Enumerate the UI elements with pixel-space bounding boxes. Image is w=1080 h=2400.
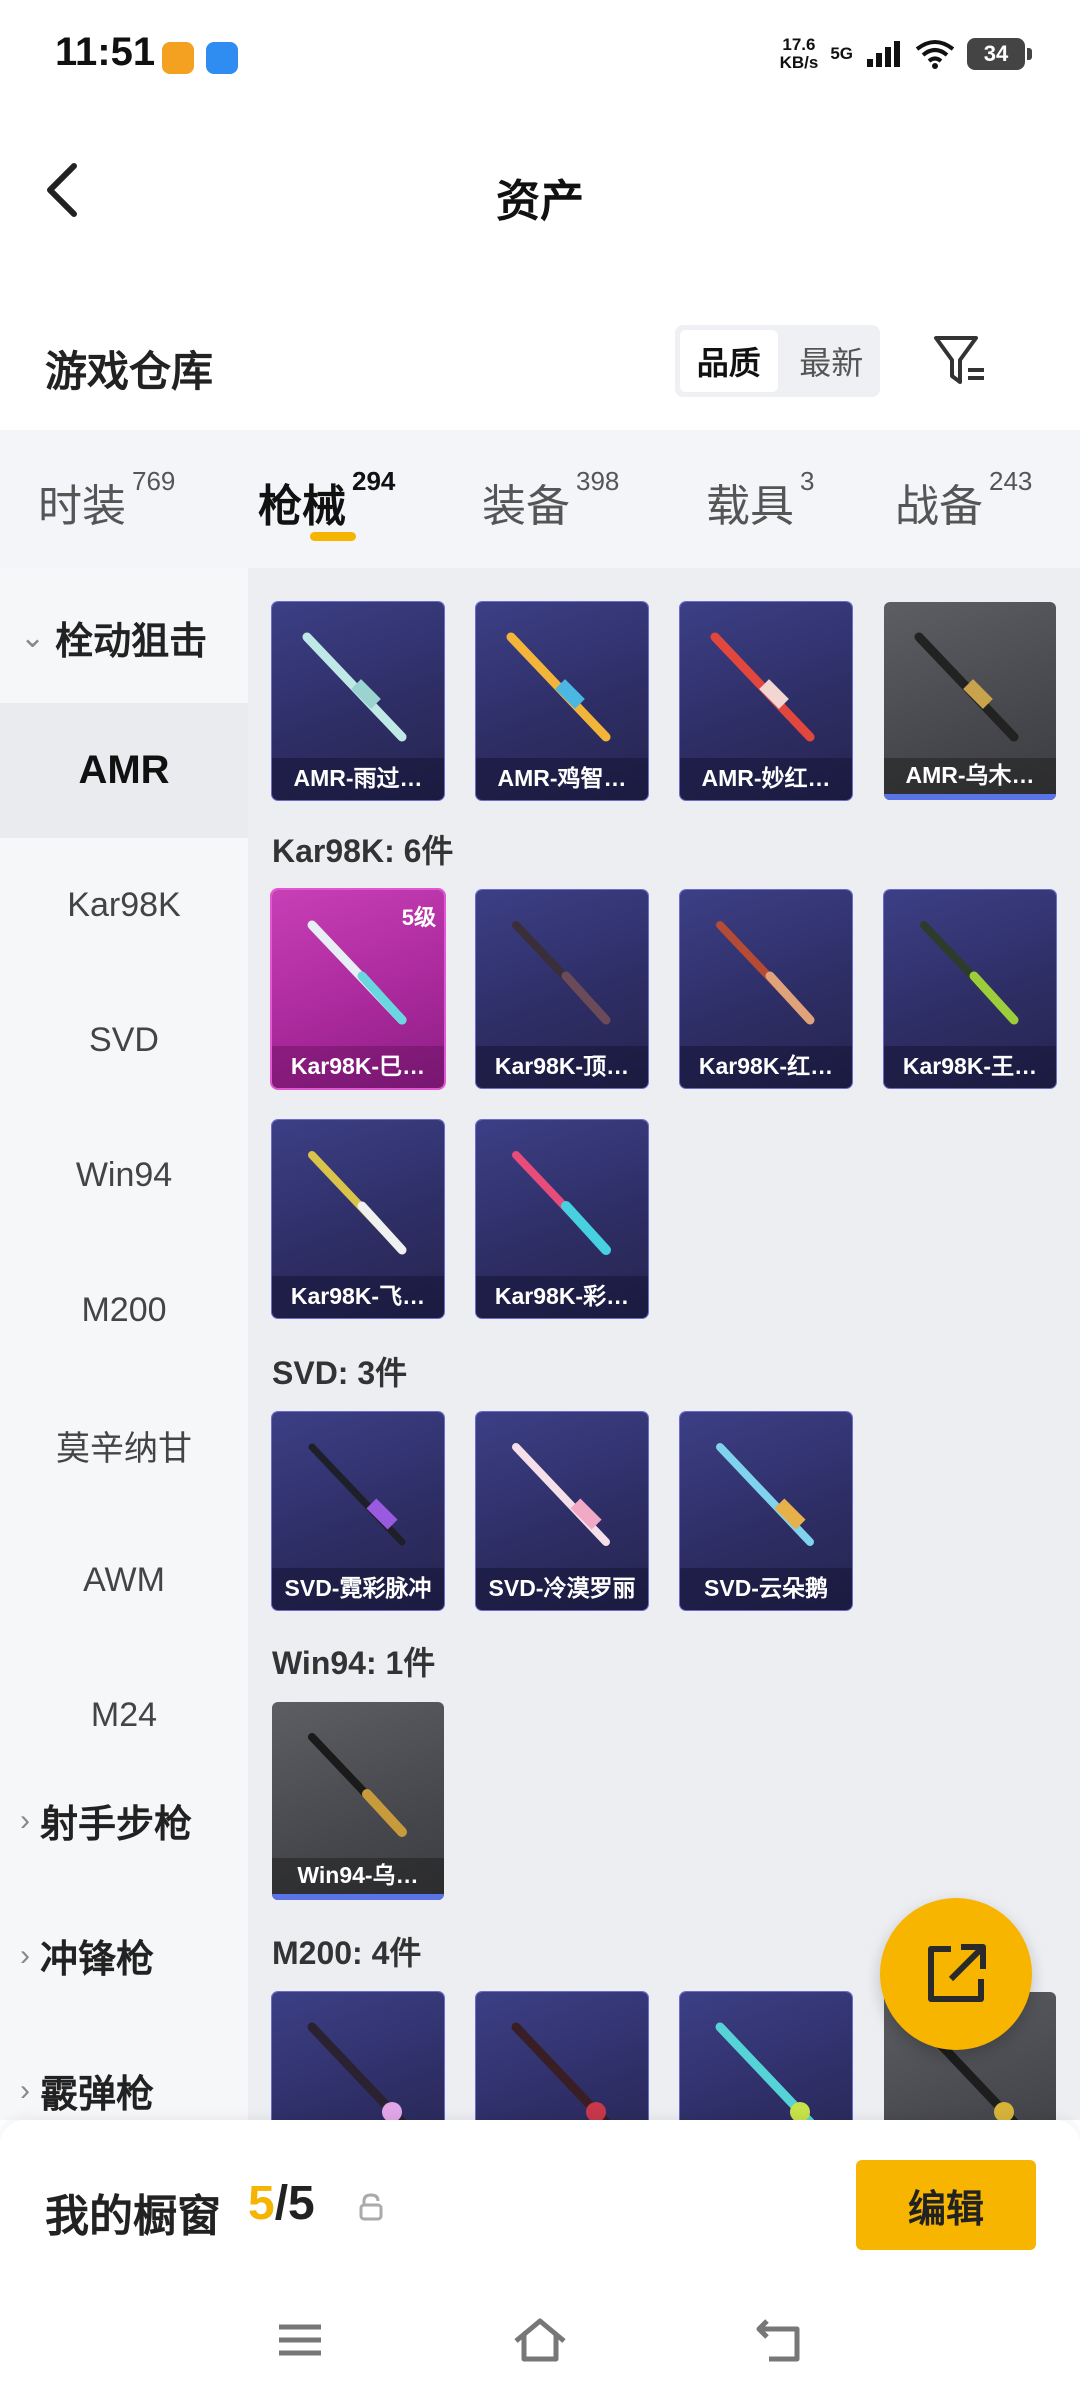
filter-icon[interactable] — [930, 330, 990, 390]
rifle-icon — [920, 921, 1019, 1025]
sidebar-group-smg[interactable]: › 冲锋枪 — [20, 1928, 154, 1983]
group-title-kar98k: Kar98K: 6件 — [272, 833, 454, 869]
sidebar-item-m24[interactable]: M24 — [0, 1648, 248, 1783]
sort-quality-button[interactable]: 品质 — [680, 330, 778, 392]
rifle-icon — [512, 1443, 610, 1546]
skin-card[interactable]: SVD-云朵鹅 — [680, 1412, 852, 1610]
skin-card[interactable]: Kar98K-王… — [884, 890, 1056, 1088]
group-title-win94: Win94: 1件 — [272, 1645, 436, 1681]
chevron-right-icon: › — [20, 1803, 30, 1837]
notification-app-icon — [162, 42, 194, 74]
rifle-icon — [710, 632, 815, 742]
rifle-icon — [307, 2022, 407, 2120]
rifle-icon — [302, 632, 407, 742]
skin-card[interactable]: SVD-霓彩脉冲 — [272, 1412, 444, 1610]
chevron-right-icon: › — [20, 2073, 30, 2107]
skin-card[interactable]: Kar98K-顶… — [476, 890, 648, 1088]
skin-card[interactable]: AMR-鸡智… — [476, 602, 648, 800]
tab-fashion[interactable]: 时装769 — [38, 466, 175, 534]
skin-card[interactable]: Win94-乌… — [272, 1702, 444, 1900]
share-button[interactable] — [880, 1898, 1032, 2050]
category-tabs: 时装769 枪械294 装备398 载具3 战备243 — [0, 430, 1080, 568]
skin-card[interactable]: Kar98K-红… — [680, 890, 852, 1088]
skin-card[interactable]: Kar98K-彩… — [476, 1120, 648, 1318]
sidebar-item-awm[interactable]: AWM — [0, 1513, 248, 1648]
active-tab-indicator — [310, 532, 356, 541]
chevron-down-icon: ⌄ — [20, 621, 46, 654]
sidebar-item-mosin[interactable]: 莫辛纳甘 — [0, 1378, 248, 1513]
sort-newest-button[interactable]: 最新 — [783, 325, 881, 397]
rifle-icon — [716, 1443, 814, 1546]
skin-card[interactable]: AMR-雨过… — [272, 602, 444, 800]
sidebar-item-win94[interactable]: Win94 — [0, 1108, 248, 1243]
status-time: 11:51 — [55, 30, 156, 74]
menu-icon[interactable] — [275, 2315, 325, 2365]
showcase-bar: 我的橱窗 5/5 编辑 — [0, 2120, 1080, 2295]
network-type: 5G — [830, 44, 853, 63]
sidebar-item-m200[interactable]: M200 — [0, 1243, 248, 1378]
external-link-icon — [928, 1944, 986, 2002]
sidebar-group-bolt-sniper[interactable]: ⌄ 栓动狙击 — [20, 610, 207, 665]
group-title-svd: SVD: 3件 — [272, 1355, 408, 1391]
skin-card[interactable]: Kar98K-飞… — [272, 1120, 444, 1318]
showcase-label: 我的橱窗 — [45, 2192, 221, 2241]
notification-app-icon-2 — [206, 42, 238, 74]
page-title: 资产 — [496, 177, 584, 226]
home-icon[interactable] — [512, 2315, 568, 2365]
rifle-icon — [308, 1151, 407, 1255]
chevron-right-icon: › — [20, 1938, 30, 1972]
sidebar-item-kar98k[interactable]: Kar98K — [0, 838, 248, 973]
rifle-icon — [715, 2022, 815, 2120]
skin-card[interactable]: AMR-乌木… — [884, 602, 1056, 800]
sidebar-group-shotgun[interactable]: › 霰弹枪 — [20, 2063, 154, 2118]
status-right: 17.6 KB/s 5G 34 — [779, 35, 1032, 72]
back-icon[interactable] — [755, 2315, 805, 2365]
rifle-icon — [512, 1151, 611, 1255]
group-title-m200: M200: 4件 — [272, 1935, 422, 1971]
skin-card[interactable] — [476, 1992, 648, 2120]
warehouse-title: 游戏仓库 — [45, 348, 214, 395]
rifle-icon — [716, 921, 815, 1025]
skin-card[interactable]: 5级 Kar98K-巳… — [272, 890, 444, 1088]
sidebar-item-amr[interactable]: AMR — [0, 703, 248, 838]
battery-icon: 34 — [967, 38, 1032, 70]
tab-gear[interactable]: 战备243 — [895, 466, 1032, 534]
sidebar-group-dmr[interactable]: › 射手步枪 — [20, 1793, 192, 1848]
lock-icon[interactable] — [358, 2192, 384, 2222]
wifi-icon — [915, 40, 955, 69]
rifle-icon — [914, 632, 1019, 742]
tab-vehicles[interactable]: 载具3 — [706, 466, 814, 534]
rifle-icon — [506, 632, 611, 742]
skin-card[interactable] — [272, 1992, 444, 2120]
level-badge: 5级 — [401, 905, 436, 930]
system-nav-bar — [0, 2295, 1080, 2400]
weapon-skin-grid: AMR-雨过… AMR-鸡智… AMR-妙红… AMR-乌木… Kar98K: … — [248, 568, 1080, 2120]
tab-equipment[interactable]: 装备398 — [482, 466, 619, 534]
rifle-icon — [308, 1733, 407, 1837]
rifle-icon — [308, 1443, 406, 1546]
skin-card[interactable]: AMR-妙红… — [680, 602, 852, 800]
weapon-category-sidebar: ⌄ 栓动狙击 AMR Kar98K SVD Win94 M200 莫辛纳甘 AWM… — [0, 568, 248, 2120]
skin-card[interactable] — [680, 1992, 852, 2120]
sidebar-item-svd[interactable]: SVD — [0, 973, 248, 1108]
status-bar: 11:51 17.6 KB/s 5G 34 — [0, 0, 1080, 110]
showcase-count: 5/5 — [248, 2177, 315, 2230]
edit-button[interactable]: 编辑 — [856, 2160, 1036, 2250]
signal-icon — [867, 41, 900, 67]
sort-toggle: 品质 最新 — [675, 325, 880, 397]
tab-guns[interactable]: 枪械294 — [258, 466, 395, 534]
network-speed: 17.6 KB/s — [779, 35, 819, 72]
skin-card[interactable]: SVD-冷漠罗丽 — [476, 1412, 648, 1610]
rifle-icon — [511, 2022, 611, 2120]
rifle-icon — [512, 921, 611, 1025]
